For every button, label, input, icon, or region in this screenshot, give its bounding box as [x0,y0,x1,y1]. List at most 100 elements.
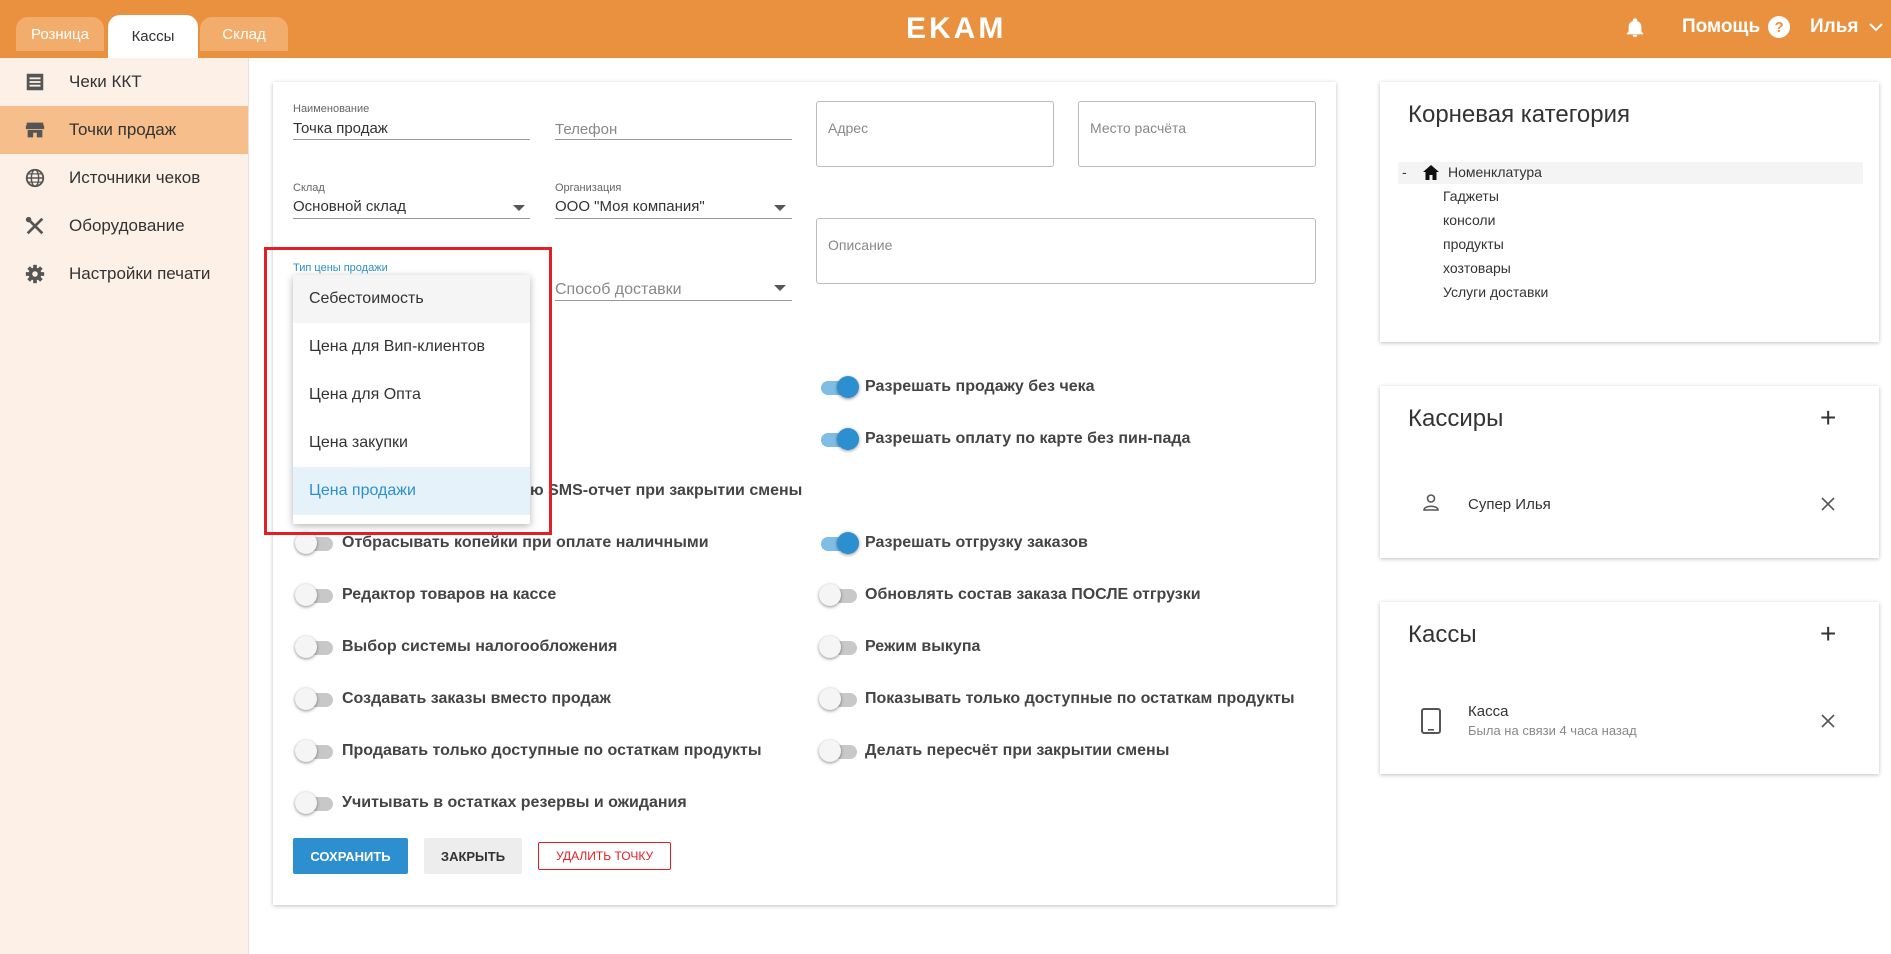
sidebar-item-sale-points[interactable]: Точки продаж [0,106,248,154]
tree-item[interactable]: Гаджеты [1443,188,1499,204]
toggle-product-editor[interactable] [295,584,333,606]
save-button[interactable]: СОХРАНИТЬ [293,838,408,874]
warehouse-chevron-down-icon[interactable] [513,205,525,211]
sidebar-item-label: Оборудование [69,216,185,235]
toggle-recount-on-close[interactable] [819,740,857,762]
toggle-update-after-shipment-label: Обновлять состав заказа ПОСЛЕ отгрузки [865,586,1201,603]
toggle-drop-kopecks[interactable] [295,532,333,554]
organization-underline [555,218,792,219]
toggle-reserves[interactable] [295,792,333,814]
sidebar-item-label: Точки продаж [69,120,177,139]
sidebar-item-equipment[interactable]: Оборудование [0,202,248,250]
toggle-knob [819,740,841,762]
store-icon [25,122,45,138]
help-button[interactable]: Помощь ? [1682,16,1791,38]
tablet-icon [1421,708,1441,734]
category-panel-title: Корневая категория [1408,101,1631,128]
sidebar-item-print-settings[interactable]: Настройки печати [0,250,248,298]
red-highlight-box [264,247,552,535]
remove-register-close-icon[interactable] [1821,714,1835,728]
tree-item[interactable]: Услуги доставки [1443,284,1548,300]
tree-item[interactable]: хозтовары [1443,260,1511,276]
sidebar: Чеки ККТ Точки продаж Источники чеков Об… [0,58,249,954]
description-field[interactable]: Описание [816,218,1316,284]
register-name: Касса [1468,703,1509,720]
sidebar-item-kkt-receipts[interactable]: Чеки ККТ [0,58,248,106]
phone-input[interactable]: Телефон [555,121,617,138]
toggle-recount-on-close-label: Делать пересчёт при закрытии смены [865,742,1170,759]
user-menu[interactable]: Илья [1810,16,1883,38]
toggle-card-no-pinpad-label: Разрешать оплату по карте без пин-пада [865,430,1191,447]
delivery-underline [555,300,792,301]
remove-cashier-close-icon[interactable] [1821,497,1835,511]
toggle-knob [295,636,317,658]
tree-item[interactable]: продукты [1443,236,1504,252]
toggle-orders-instead-label: Создавать заказы вместо продаж [342,690,611,707]
toggle-knob [837,428,859,450]
cashier-name: Супер Илья [1468,496,1551,513]
name-input[interactable]: Точка продаж [293,120,388,137]
sidebar-item-label: Чеки ККТ [69,72,142,91]
toggle-tax-system-label: Выбор системы налогообложения [342,638,618,655]
tab-registers[interactable]: Кассы [108,15,198,58]
toggle-knob [819,636,841,658]
tab-warehouse[interactable]: Склад [200,17,288,51]
address-placeholder: Адрес [828,120,869,136]
tab-retail[interactable]: Розница [16,17,104,51]
toggle-sell-available-label: Продавать только доступные по остаткам п… [342,742,762,759]
toggle-orders-instead[interactable] [295,688,333,710]
toggle-order-shipment[interactable] [821,532,859,554]
receipt-list-icon [26,73,44,91]
organization-select[interactable]: ООО "Моя компания" [555,198,705,215]
toggle-sale-without-receipt[interactable] [821,376,859,398]
close-button[interactable]: ЗАКРЫТЬ [424,838,522,874]
toggle-knob [819,688,841,710]
delivery-chevron-down-icon[interactable] [774,285,786,291]
address-field[interactable]: Адрес [816,101,1054,167]
toggle-card-no-pinpad[interactable] [821,428,859,450]
organization-label: Организация [555,182,622,194]
warehouse-select[interactable]: Основной склад [293,198,406,215]
toggle-sell-available[interactable] [295,740,333,762]
toggle-buyback-mode[interactable] [819,636,857,658]
toggle-tax-system[interactable] [295,636,333,658]
app-logo: EKAM [906,12,1007,45]
registers-panel-title: Кассы [1408,621,1477,648]
globe-icon [25,168,45,188]
toggle-knob [837,376,859,398]
cashiers-panel-title: Кассиры [1408,405,1504,432]
description-placeholder: Описание [828,237,893,253]
delete-point-button[interactable]: УДАЛИТЬ ТОЧКУ [538,842,671,870]
chevron-down-icon [1868,23,1883,32]
home-icon [1423,165,1439,180]
tree-collapse-toggle[interactable]: - [1402,164,1407,180]
add-register-button[interactable]: + [1820,620,1836,648]
tree-root-label[interactable]: Номенклатура [1448,164,1542,180]
phone-underline [555,139,792,140]
toggle-knob [295,688,317,710]
warehouse-underline [293,218,530,219]
tree-item[interactable]: консоли [1443,212,1495,228]
payment-place-placeholder: Место расчёта [1090,120,1187,136]
sidebar-item-label: Настройки печати [69,264,211,283]
add-cashier-button[interactable]: + [1820,404,1836,432]
organization-chevron-down-icon[interactable] [774,205,786,211]
delivery-select[interactable]: Способ доставки [555,281,682,299]
toggle-drop-kopecks-label: Отбрасывать копейки при оплате наличными [342,534,709,551]
toggle-knob [295,584,317,606]
toggle-knob [295,792,317,814]
toggle-show-available[interactable] [819,688,857,710]
toggle-update-after-shipment[interactable] [819,584,857,606]
toggle-knob [295,532,317,554]
help-circle-icon: ? [1768,16,1791,38]
sidebar-item-receipt-sources[interactable]: Источники чеков [0,154,248,202]
top-bar: Розница Кассы Склад EKAM Помощь ? Илья [0,0,1891,58]
payment-place-field[interactable]: Место расчёта [1078,101,1316,167]
toggle-sale-without-receipt-label: Разрешать продажу без чека [865,378,1095,395]
bell-icon[interactable] [1624,16,1646,40]
toggle-knob [837,532,859,554]
sms-report-toggle-label: ю SMS-отчет при закрытии смены [530,482,803,499]
warehouse-label: Склад [293,182,325,194]
person-icon [1423,494,1439,511]
sidebar-item-label: Источники чеков [69,168,201,187]
